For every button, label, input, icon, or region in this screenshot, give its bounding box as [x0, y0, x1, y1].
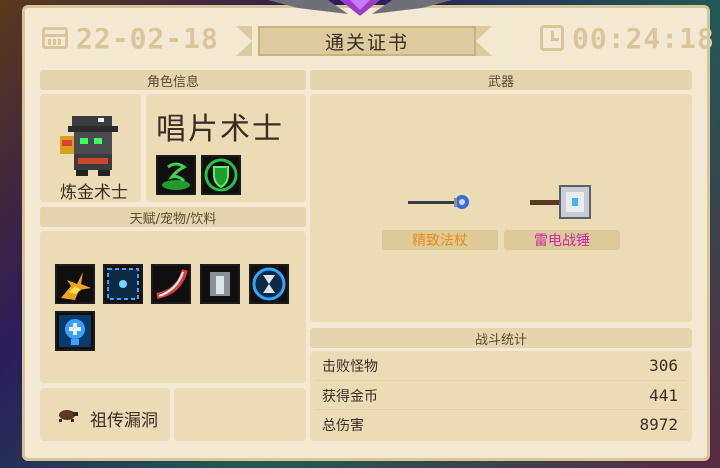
- calendar-icon: [42, 27, 68, 49]
- talents-header: 天赋/宠物/饮料: [40, 207, 306, 227]
- run-time: 00:24:18: [540, 21, 715, 55]
- explosion-buff-icon[interactable]: [55, 264, 95, 304]
- slash-buff-icon[interactable]: [151, 264, 191, 304]
- stat-divider: [316, 409, 686, 410]
- date-text: 22-02-18: [76, 21, 219, 55]
- stat-row-gold: 获得金币 441: [322, 386, 678, 406]
- time-text: 00:24:18: [572, 21, 715, 55]
- hourglass-buff-icon[interactable]: [249, 264, 289, 304]
- stat-value: 441: [649, 386, 678, 405]
- stat-label: 总伤害: [322, 418, 364, 434]
- talents-label: 天赋/宠物/饮料: [129, 211, 217, 227]
- weapons-box: [310, 94, 692, 322]
- battle-stats-header: 战斗统计: [310, 328, 692, 348]
- bug-pet-icon: [59, 410, 78, 422]
- banner-ribbon-left: [236, 26, 252, 56]
- crown-ornament: [268, 0, 452, 16]
- stat-row-kills: 击败怪物 306: [322, 356, 678, 376]
- pet-name: 祖传漏洞: [90, 411, 158, 431]
- alchemist-avatar: [60, 116, 118, 176]
- stat-row-damage: 总伤害 8972: [322, 415, 678, 435]
- weapons-header: 武器: [310, 70, 692, 90]
- stat-value: 306: [649, 356, 678, 375]
- banner-ribbon-right: [476, 26, 492, 56]
- warhammer-icon[interactable]: [530, 182, 594, 222]
- title-text: 通关证书: [324, 31, 409, 54]
- stat-value: 8972: [639, 415, 678, 434]
- weapon-name-staff: 精致法杖: [412, 233, 468, 249]
- character-info-header: 角色信息: [40, 70, 306, 90]
- clock-icon: [540, 25, 564, 51]
- skin-name: 唱片术士: [156, 112, 284, 147]
- buffs-box: [40, 231, 306, 383]
- weapon-tag-hammer[interactable]: 雷电战锤: [504, 230, 620, 250]
- battle-stats-label: 战斗统计: [474, 332, 527, 348]
- staff-icon[interactable]: [408, 192, 472, 212]
- brain-buff-icon[interactable]: [55, 311, 95, 351]
- character-class-name: 炼金术士: [60, 183, 128, 203]
- stat-label: 获得金币: [322, 389, 378, 405]
- stat-label: 击败怪物: [322, 359, 378, 375]
- certificate-title: 通关证书: [258, 26, 476, 56]
- armor-buff-icon[interactable]: [200, 264, 240, 304]
- weapons-label: 武器: [487, 74, 514, 90]
- green-vortex-skill-icon[interactable]: [156, 155, 196, 195]
- drink-box: [174, 388, 306, 441]
- stat-divider: [316, 380, 686, 381]
- certificate-date: 22-02-18: [42, 21, 219, 55]
- green-shield-skill-icon[interactable]: [201, 155, 241, 195]
- character-info-label: 角色信息: [146, 74, 199, 90]
- weapon-name-hammer: 雷电战锤: [534, 233, 590, 249]
- weapon-tag-staff[interactable]: 精致法杖: [382, 230, 498, 250]
- crosshair-buff-icon[interactable]: [103, 264, 143, 304]
